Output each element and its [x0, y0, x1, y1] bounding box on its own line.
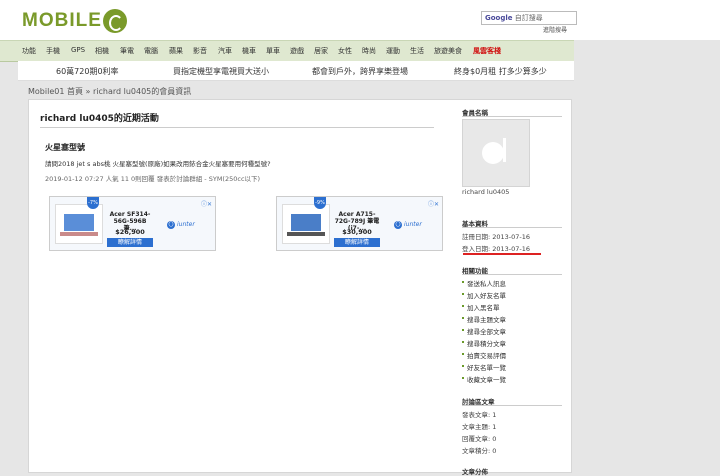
divider: [462, 405, 562, 406]
nav-item[interactable]: 汽車: [218, 46, 232, 56]
stat-points: 文章積分: 0: [462, 447, 497, 455]
post-title-link[interactable]: 火星塞型號: [45, 142, 85, 153]
ad-details-button[interactable]: 瞭解詳情: [107, 238, 153, 247]
nav-item[interactable]: 遊戲: [290, 46, 304, 56]
ad-choices-icon[interactable]: ⓘ✕: [201, 199, 212, 208]
nav-item[interactable]: 居家: [314, 46, 328, 56]
function-link[interactable]: 發送私人訊息: [462, 278, 506, 288]
nav-item[interactable]: 時尚: [362, 46, 376, 56]
function-link[interactable]: 搜尋主題文章: [462, 314, 506, 324]
ad-brand: 〇 iunter: [394, 221, 422, 229]
nav-item[interactable]: 單車: [266, 46, 280, 56]
promo-link[interactable]: 都會到戶外，跨界享樂登場: [312, 66, 408, 77]
promo-link[interactable]: 終身$0月租 打多少算多少: [454, 66, 547, 77]
nav-item-hot[interactable]: 風雲客棧: [473, 46, 501, 56]
brand-icon: 〇: [167, 221, 175, 229]
promo-link[interactable]: 買指定機型享電視買大送小: [173, 66, 269, 77]
ad-choices-icon[interactable]: ⓘ✕: [428, 199, 439, 208]
top-header: MOBILE Google 自訂搜尋 進階搜尋: [0, 0, 720, 40]
function-link[interactable]: 好友名單一覽: [462, 362, 506, 372]
member-panel: richard lu0405的近期活動 火星塞型號 請問2018 jet s a…: [28, 99, 572, 476]
function-link[interactable]: 拍賣交易評價: [462, 350, 506, 360]
ad-banner[interactable]: ⓘ✕ -9% Acer A715-72G-789J 筆電 (i7-... $30…: [276, 196, 443, 251]
discount-badge: -7%: [87, 197, 99, 209]
nav-item[interactable]: 蘋果: [169, 46, 183, 56]
function-link[interactable]: 搜尋全部文章: [462, 326, 506, 336]
ad-banner[interactable]: ⓘ✕ -7% Acer SF314-56G-596B 筆... $26,900 …: [49, 196, 216, 251]
nav-item[interactable]: 生活: [410, 46, 424, 56]
search-brand: Google: [485, 14, 513, 22]
promo-strip: 60萬720期0利率 買指定機型享電視買大送小 都會到戶外，跨界享樂登場 終身$…: [18, 61, 574, 81]
ad-price: $26,900: [115, 228, 145, 236]
nav-item[interactable]: 電腦: [144, 46, 158, 56]
ad-price: $30,900: [342, 228, 372, 236]
breadcrumb-current: richard lu0405的會員資訊: [92, 87, 192, 96]
activity-heading: richard lu0405的近期活動: [40, 114, 159, 124]
search-placeholder: 自訂搜尋: [514, 14, 543, 22]
nav-item[interactable]: 功能: [22, 46, 36, 56]
post-meta: 2019-01-12 07:27 人氣 11 0則回覆 發表於討論群組 - SY…: [45, 175, 261, 183]
member-sidebar: 會員名稱 richard lu0405 基本資料 註冊日期: 2013-07-1…: [462, 100, 570, 476]
advanced-search-link[interactable]: 進階搜尋: [543, 25, 567, 34]
nav-item[interactable]: 女性: [338, 46, 352, 56]
divider: [462, 274, 562, 275]
member-name: richard lu0405: [462, 188, 510, 196]
nav-item[interactable]: 手機: [46, 46, 60, 56]
highlight-underline: [463, 253, 541, 255]
mobile01-logo-icon: [102, 9, 127, 33]
laptop-image: [282, 204, 330, 244]
nav-item[interactable]: 旅遊美食: [434, 46, 462, 56]
divider: [40, 127, 434, 128]
function-link[interactable]: 搜尋積分文章: [462, 338, 506, 348]
category-heading: 文章分佈: [462, 468, 488, 476]
laptop-image: [55, 204, 103, 244]
nav-item[interactable]: 筆電: [120, 46, 134, 56]
nav-item[interactable]: 機車: [242, 46, 256, 56]
nav-item[interactable]: 影音: [193, 46, 207, 56]
divider: [462, 227, 562, 228]
breadcrumb-home[interactable]: Mobile01 首頁: [28, 87, 83, 96]
site-logo[interactable]: MOBILE: [22, 9, 127, 33]
register-date: 註冊日期: 2013-07-16: [462, 233, 531, 241]
stat-replies: 回覆文章: 0: [462, 435, 497, 443]
breadcrumb-separator: »: [85, 87, 91, 96]
ad-brand: 〇 iunter: [167, 221, 195, 229]
stat-topics: 文章主題: 1: [462, 423, 497, 431]
discount-badge: -9%: [314, 197, 326, 209]
category-nav: 功能 手機 GPS 相機 筆電 電腦 蘋果 影音 汽車 機車 單車 遊戲 居家 …: [0, 40, 574, 62]
search-input[interactable]: Google 自訂搜尋: [481, 11, 577, 25]
nav-item[interactable]: 相機: [95, 46, 109, 56]
brand-icon: 〇: [394, 221, 402, 229]
default-avatar-icon: [462, 119, 530, 187]
login-date: 登入日期: 2013-07-16: [462, 245, 531, 253]
nav-item[interactable]: GPS: [71, 46, 85, 54]
function-link[interactable]: 加入黑名單: [462, 302, 500, 312]
function-link[interactable]: 收藏文章一覽: [462, 374, 506, 384]
promo-link[interactable]: 60萬720期0利率: [56, 66, 119, 77]
breadcrumb: Mobile01 首頁 » richard lu0405的會員資訊: [28, 84, 572, 99]
post-excerpt[interactable]: 請問2018 jet s abs桃 火星塞型號(原廠)如果改用銥合金火星塞要用何…: [45, 158, 271, 168]
logo-text: MOBILE: [22, 10, 102, 31]
function-link[interactable]: 加入好友名單: [462, 290, 506, 300]
ad-details-button[interactable]: 瞭解詳情: [334, 238, 380, 247]
nav-item[interactable]: 運動: [386, 46, 400, 56]
divider: [462, 116, 562, 117]
stat-posts: 發表文章: 1: [462, 411, 497, 419]
